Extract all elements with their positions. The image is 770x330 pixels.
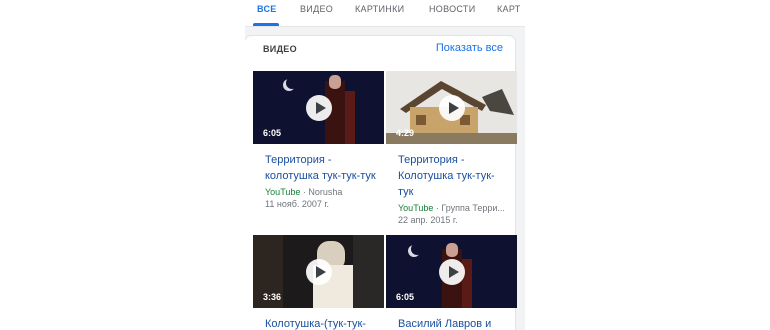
search-results-screen: ВСЕ ВИДЕО КАРТИНКИ НОВОСТИ КАРТ ВИДЕО По… bbox=[245, 0, 525, 330]
video-result[interactable]: 6:05 Василий Лавров и bbox=[386, 235, 517, 330]
video-date: 22 апр. 2015 г. bbox=[398, 215, 458, 225]
video-duration: 6:05 bbox=[263, 128, 282, 138]
section-title: ВИДЕО bbox=[263, 44, 297, 54]
video-duration: 4:29 bbox=[396, 128, 415, 138]
video-result[interactable]: 3:36 Колотушка-(тук-тук- bbox=[253, 235, 384, 330]
play-icon[interactable] bbox=[438, 94, 465, 121]
video-title[interactable]: Территория - Колотушка тук-тук-тук bbox=[398, 152, 510, 200]
tab-images[interactable]: КАРТИНКИ bbox=[355, 4, 404, 14]
video-results-card: ВИДЕО Показать все 6:05 Территория - кол… bbox=[245, 36, 517, 330]
tab-news[interactable]: НОВОСТИ bbox=[429, 4, 475, 14]
video-result[interactable]: 6:05 Территория - колотушка тук-тук-тук … bbox=[253, 71, 384, 210]
video-source: YouTube · Группа Терри... bbox=[398, 203, 517, 214]
search-tabs: ВСЕ ВИДЕО КАРТИНКИ НОВОСТИ КАРТ bbox=[245, 0, 525, 27]
video-platform: YouTube bbox=[265, 187, 301, 197]
play-icon[interactable] bbox=[438, 258, 465, 285]
video-thumbnail[interactable]: 3:36 bbox=[253, 235, 384, 308]
video-thumbnail[interactable]: 4:29 bbox=[386, 71, 517, 144]
video-title[interactable]: Территория - колотушка тук-тук-тук bbox=[265, 152, 377, 184]
video-channel: · Norusha bbox=[300, 187, 343, 197]
tab-all[interactable]: ВСЕ bbox=[257, 4, 277, 14]
video-result[interactable]: 4:29 Территория - Колотушка тук-тук-тук … bbox=[386, 71, 517, 226]
tab-video[interactable]: ВИДЕО bbox=[300, 4, 333, 14]
video-platform: YouTube bbox=[398, 203, 434, 213]
play-icon[interactable] bbox=[305, 258, 332, 285]
video-title[interactable]: Василий Лавров и bbox=[398, 316, 510, 330]
video-date: 11 нояб. 2007 г. bbox=[265, 199, 330, 209]
play-icon[interactable] bbox=[305, 94, 332, 121]
video-duration: 6:05 bbox=[396, 292, 415, 302]
video-duration: 3:36 bbox=[263, 292, 282, 302]
active-tab-indicator bbox=[253, 23, 279, 26]
show-all-link[interactable]: Показать все bbox=[436, 42, 503, 54]
video-channel: · Группа Терри... bbox=[433, 203, 505, 213]
video-thumbnail[interactable]: 6:05 bbox=[253, 71, 384, 144]
video-thumbnail[interactable]: 6:05 bbox=[386, 235, 517, 308]
video-title[interactable]: Колотушка-(тук-тук- bbox=[265, 316, 377, 330]
tab-maps[interactable]: КАРТ bbox=[497, 4, 521, 14]
video-source: YouTube · Norusha bbox=[265, 187, 384, 198]
